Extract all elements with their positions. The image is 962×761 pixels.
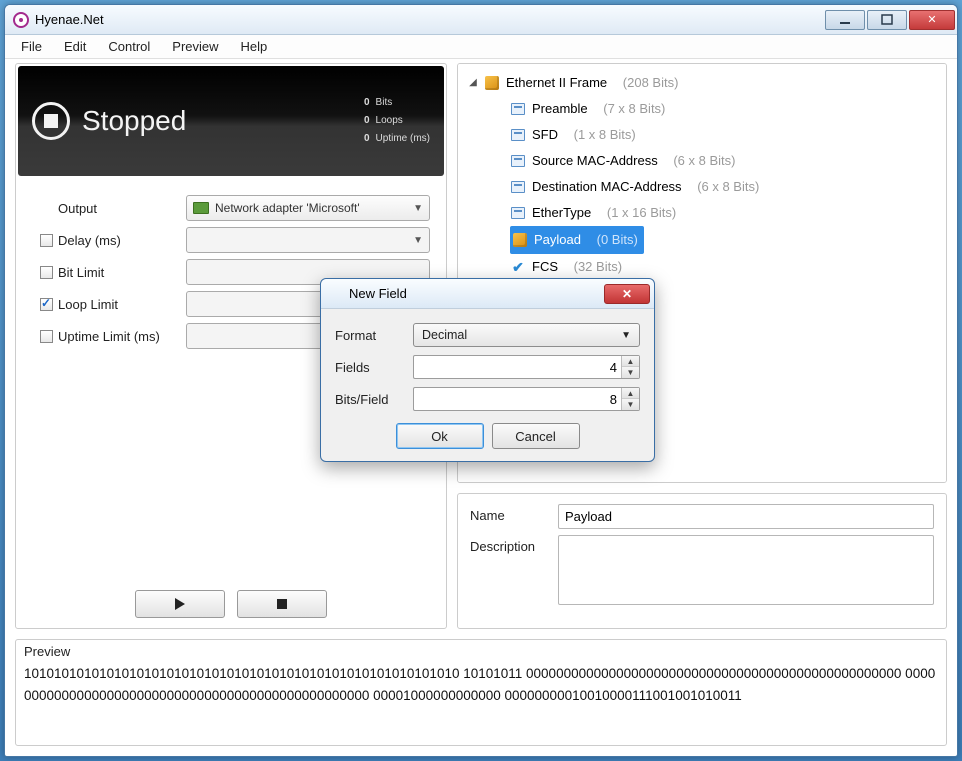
bitsfield-label: Bits/Field bbox=[335, 392, 413, 407]
bitsfield-spinner[interactable]: ▲▼ bbox=[413, 387, 640, 411]
chevron-down-icon: ▼ bbox=[621, 330, 631, 341]
play-icon bbox=[175, 598, 185, 610]
menu-file[interactable]: File bbox=[11, 36, 52, 57]
package-icon bbox=[513, 233, 527, 247]
check-icon: ✔ bbox=[510, 259, 526, 275]
new-field-dialog: New Field ✕ Format Decimal▼ Fields bbox=[320, 278, 655, 462]
fields-spinner[interactable]: ▲▼ bbox=[413, 355, 640, 379]
stop-icon-small bbox=[277, 599, 287, 609]
collapse-icon[interactable]: ◢ bbox=[468, 70, 478, 96]
properties-panel: Name Description bbox=[457, 493, 947, 629]
uptimelimit-checkbox[interactable] bbox=[40, 330, 53, 343]
field-icon bbox=[511, 181, 525, 193]
bitlimit-checkbox[interactable] bbox=[40, 266, 53, 279]
menu-edit[interactable]: Edit bbox=[54, 36, 96, 57]
dialog-title: New Field bbox=[349, 286, 407, 301]
ok-button[interactable]: Ok bbox=[396, 423, 484, 449]
uptimelimit-label: Uptime Limit (ms) bbox=[58, 329, 186, 344]
status-label: Stopped bbox=[82, 105, 186, 137]
close-button[interactable]: ✕ bbox=[909, 10, 955, 30]
maximize-button[interactable] bbox=[867, 10, 907, 30]
delay-label: Delay (ms) bbox=[58, 233, 186, 248]
tree-item-payload[interactable]: Payload (0 Bits) bbox=[510, 226, 947, 254]
menu-help[interactable]: Help bbox=[231, 36, 278, 57]
main-window: Hyenae.Net ✕ File Edit Control Preview H… bbox=[4, 4, 958, 757]
delay-checkbox[interactable] bbox=[40, 234, 53, 247]
tree-item-ethertype[interactable]: EtherType (1 x 16 Bits) bbox=[510, 200, 942, 226]
tree-item-srcmac[interactable]: Source MAC-Address (6 x 8 Bits) bbox=[510, 148, 942, 174]
cancel-button[interactable]: Cancel bbox=[492, 423, 580, 449]
nic-icon bbox=[193, 202, 209, 214]
prop-desc-label: Description bbox=[470, 535, 550, 554]
window-title: Hyenae.Net bbox=[35, 12, 825, 27]
titlebar[interactable]: Hyenae.Net ✕ bbox=[5, 5, 957, 35]
output-combo[interactable]: Network adapter 'Microsoft' ▼ bbox=[186, 195, 430, 221]
spin-up-icon[interactable]: ▲ bbox=[622, 356, 639, 367]
fields-input[interactable] bbox=[414, 360, 621, 375]
chevron-down-icon: ▼ bbox=[413, 203, 423, 214]
format-label: Format bbox=[335, 328, 413, 343]
spin-down-icon[interactable]: ▼ bbox=[622, 399, 639, 410]
prop-name-input[interactable] bbox=[558, 504, 934, 529]
tree-item-preamble[interactable]: Preamble (7 x 8 Bits) bbox=[510, 96, 942, 122]
preview-title: Preview bbox=[16, 640, 946, 661]
prop-name-label: Name bbox=[470, 504, 550, 523]
bitlimit-label: Bit Limit bbox=[58, 265, 186, 280]
tree-item-fcs[interactable]: ✔FCS (32 Bits) bbox=[510, 254, 942, 280]
minimize-button[interactable] bbox=[825, 10, 865, 30]
tree-root[interactable]: ◢ Ethernet II Frame (208 Bits) bbox=[468, 70, 942, 96]
field-icon bbox=[511, 103, 525, 115]
menubar: File Edit Control Preview Help bbox=[5, 35, 957, 59]
output-value: Network adapter 'Microsoft' bbox=[215, 201, 360, 215]
looplimit-checkbox[interactable] bbox=[40, 298, 53, 311]
looplimit-label: Loop Limit bbox=[58, 297, 186, 312]
spin-down-icon[interactable]: ▼ bbox=[622, 367, 639, 378]
status-bar: Stopped 0Bits 0Loops 0Uptime (ms) bbox=[18, 66, 444, 176]
field-icon bbox=[511, 155, 525, 167]
status-counters: 0Bits 0Loops 0Uptime (ms) bbox=[356, 94, 444, 148]
menu-preview[interactable]: Preview bbox=[162, 36, 228, 57]
fields-label: Fields bbox=[335, 360, 413, 375]
field-icon bbox=[511, 207, 525, 219]
spin-up-icon[interactable]: ▲ bbox=[622, 388, 639, 399]
dialog-titlebar[interactable]: New Field ✕ bbox=[321, 279, 654, 309]
app-icon bbox=[329, 287, 343, 301]
output-label: Output bbox=[58, 201, 186, 216]
menu-control[interactable]: Control bbox=[98, 36, 160, 57]
delay-combo[interactable]: ▼ bbox=[186, 227, 430, 253]
format-combo[interactable]: Decimal▼ bbox=[413, 323, 640, 347]
dialog-close-button[interactable]: ✕ bbox=[604, 284, 650, 304]
preview-body[interactable]: 1010101010101010101010101010101010101010… bbox=[16, 661, 946, 713]
play-button[interactable] bbox=[135, 590, 225, 618]
prop-desc-input[interactable] bbox=[558, 535, 934, 605]
stop-icon bbox=[32, 102, 70, 140]
tree-item-dstmac[interactable]: Destination MAC-Address (6 x 8 Bits) bbox=[510, 174, 942, 200]
stop-button[interactable] bbox=[237, 590, 327, 618]
app-icon bbox=[13, 12, 29, 28]
tree-item-sfd[interactable]: SFD (1 x 8 Bits) bbox=[510, 122, 942, 148]
field-icon bbox=[511, 129, 525, 141]
bitsfield-input[interactable] bbox=[414, 392, 621, 407]
preview-panel: Preview 10101010101010101010101010101010… bbox=[15, 639, 947, 746]
package-icon bbox=[485, 76, 499, 90]
